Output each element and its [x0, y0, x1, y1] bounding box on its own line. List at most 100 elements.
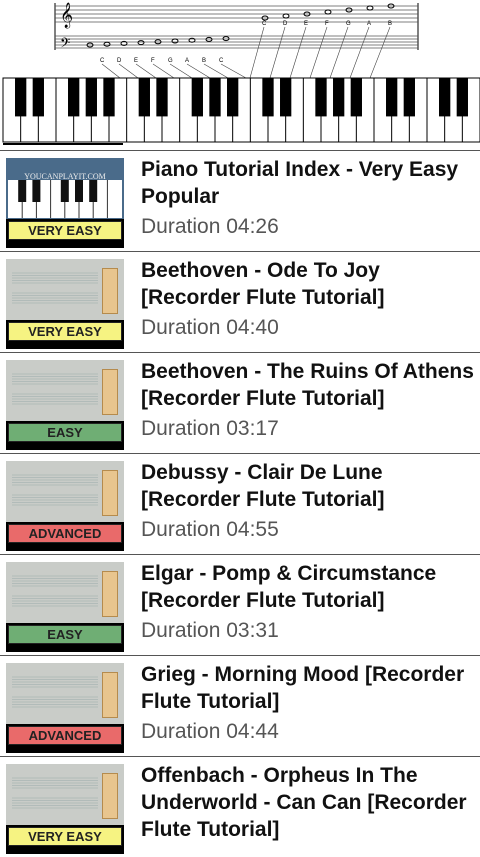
black-key	[227, 78, 239, 117]
video-title[interactable]: Grieg - Morning Mood [Recorder Flute Tut…	[141, 661, 476, 715]
note-letter-label: B	[388, 21, 392, 27]
note-letter-label: E	[304, 21, 308, 27]
thumbnail-sheet-music-icon	[12, 777, 98, 809]
bass-note	[103, 41, 111, 47]
note-letter-label: D	[283, 21, 288, 27]
video-duration: Duration 04:40	[141, 316, 279, 339]
recorder-flute-icon	[102, 369, 118, 415]
recorder-flute-icon	[102, 672, 118, 718]
black-key	[191, 78, 203, 117]
bass-note	[171, 38, 179, 44]
video-duration: Duration 04:26	[141, 215, 279, 238]
video-duration: Duration 03:31	[141, 619, 279, 642]
video-list-item[interactable]: ADVANCED Grieg - Morning Mood [Recorder F…	[0, 655, 480, 756]
music-staff-keyboard-graphic: 𝄞 𝄢 C D E F G A B C C D E F G A B	[2, 2, 480, 145]
difficulty-badge: ADVANCED	[8, 726, 122, 745]
video-thumbnail[interactable]: ADVANCED	[6, 461, 124, 551]
black-key	[315, 78, 327, 117]
bass-note	[137, 40, 145, 46]
video-list-item[interactable]: VERY EASY Beethoven - Ode To Joy [Recorde…	[0, 251, 480, 352]
thumbnail-image	[6, 360, 124, 421]
thumbnail-sheet-music-icon	[12, 575, 98, 607]
note-letter-label: G	[346, 21, 351, 27]
video-thumbnail[interactable]: VERY EASY	[6, 259, 124, 349]
note-connector-line	[186, 63, 211, 79]
black-key	[403, 78, 415, 117]
thumbnail-sheet-music-icon	[12, 474, 98, 506]
black-key	[262, 78, 274, 117]
black-key	[280, 78, 292, 117]
recorder-flute-icon	[102, 268, 118, 314]
video-list-item[interactable]: EASY Elgar - Pomp & Circumstance [Recorde…	[0, 554, 480, 655]
video-title[interactable]: Offenbach - Orpheus In The Underworld - …	[141, 762, 476, 843]
bass-note	[205, 36, 213, 42]
video-thumbnail[interactable]: YOUCANPLAYIT.COM VERY EASY	[6, 158, 124, 248]
thumbnail-piano-keys-icon	[8, 180, 122, 218]
black-key	[456, 78, 468, 117]
black-key	[333, 78, 345, 117]
black-key	[68, 78, 80, 117]
note-connector-line	[269, 26, 286, 79]
video-thumbnail[interactable]: EASY	[6, 360, 124, 450]
video-thumbnail[interactable]: EASY	[6, 562, 124, 652]
black-key	[386, 78, 398, 117]
video-duration: Duration 04:55	[141, 518, 279, 541]
video-thumbnail[interactable]: ADVANCED	[6, 663, 124, 753]
recorder-flute-icon	[102, 571, 118, 617]
note-connector-line	[169, 63, 193, 79]
note-letter-label: B	[202, 58, 206, 64]
note-letter-label: C	[262, 21, 267, 27]
video-list-item[interactable]: EASY Beethoven - The Ruins Of Athens [Rec…	[0, 352, 480, 453]
note-letter-label: A	[367, 21, 371, 27]
note-connector-line	[135, 63, 157, 79]
video-title[interactable]: Debussy - Clair De Lune [Recorder Flute …	[141, 459, 476, 513]
difficulty-badge: EASY	[8, 625, 122, 644]
thumbnail-image	[6, 764, 124, 825]
video-thumbnail[interactable]: VERY EASY	[6, 764, 124, 854]
thumbnail-sheet-music-icon	[12, 676, 98, 708]
video-title[interactable]: Elgar - Pomp & Circumstance [Recorder Fl…	[141, 560, 476, 614]
video-title[interactable]: Piano Tutorial Index - Very Easy Popular	[141, 156, 476, 210]
note-connector-line	[101, 63, 121, 79]
thumbnail-image	[6, 461, 124, 522]
thumbnail-image	[6, 663, 124, 724]
video-title[interactable]: Beethoven - Ode To Joy [Recorder Flute T…	[141, 257, 476, 311]
black-key	[32, 78, 44, 117]
thumbnail-sheet-music-icon	[12, 373, 98, 405]
difficulty-badge: VERY EASY	[8, 827, 122, 846]
bass-clef-icon: 𝄢	[60, 35, 70, 54]
difficulty-badge: ADVANCED	[8, 524, 122, 543]
difficulty-badge: VERY EASY	[8, 221, 122, 240]
note-connector-line	[369, 26, 391, 79]
black-key	[85, 78, 97, 117]
note-letter-label: C	[219, 58, 224, 64]
note-letter-label: E	[134, 58, 138, 64]
note-letter-label: D	[117, 58, 122, 64]
black-key	[103, 78, 115, 117]
video-duration: Duration 04:44	[141, 720, 279, 743]
note-connector-line	[329, 26, 349, 79]
note-connector-line	[289, 26, 307, 79]
recorder-flute-icon	[102, 470, 118, 516]
recorder-flute-icon	[102, 773, 118, 819]
difficulty-badge: EASY	[8, 423, 122, 442]
black-key	[439, 78, 451, 117]
treble-note	[324, 9, 332, 15]
video-list-item[interactable]: ADVANCED Debussy - Clair De Lune [Recorde…	[0, 453, 480, 554]
treble-note	[282, 13, 290, 19]
note-letter-label: F	[325, 21, 329, 27]
video-list-item[interactable]: VERY EASY Offenbach - Orpheus In The Unde…	[0, 756, 480, 857]
video-list[interactable]: YOUCANPLAYIT.COM VERY EASY Piano Tutorial …	[0, 150, 480, 857]
note-connector-line	[349, 26, 370, 79]
video-duration: Duration 03:17	[141, 417, 279, 440]
note-letter-label: C	[100, 58, 105, 64]
video-list-item[interactable]: YOUCANPLAYIT.COM VERY EASY Piano Tutorial …	[0, 150, 480, 251]
video-title[interactable]: Beethoven - The Ruins Of Athens [Recorde…	[141, 358, 476, 412]
black-key	[156, 78, 168, 117]
black-key	[350, 78, 362, 117]
note-connector-line	[118, 63, 139, 79]
thumbnail-image: YOUCANPLAYIT.COM	[6, 158, 124, 219]
treble-note	[366, 5, 374, 11]
thumbnail-sheet-music-icon	[12, 272, 98, 304]
note-letter-label: F	[151, 58, 155, 64]
